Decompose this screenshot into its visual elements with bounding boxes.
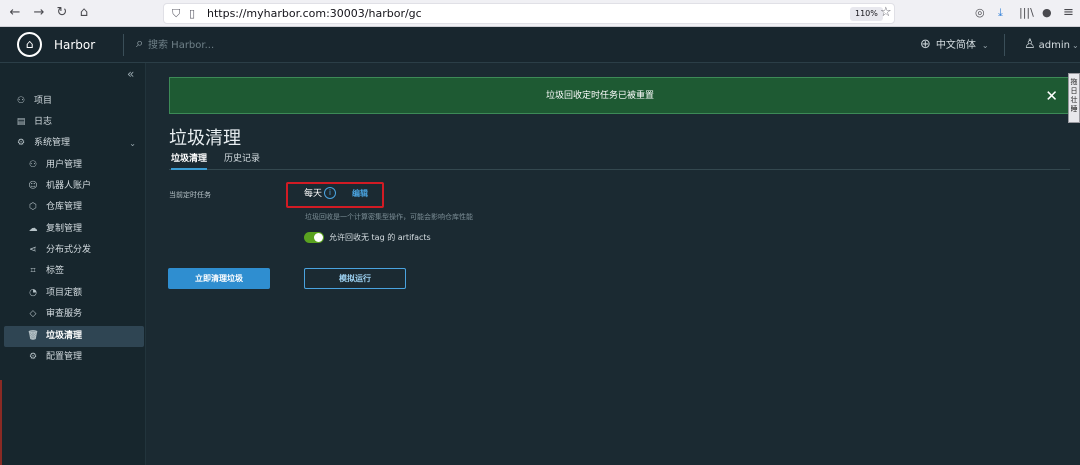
robot-icon: ☺ [28, 181, 38, 191]
sidebar-item-configuration[interactable]: ⚙ 配置管理 [4, 347, 144, 368]
gear-icon: ⚙ [28, 352, 38, 362]
schedule-hint: 垃圾回收是一个计算密集型操作，可能会影响仓库性能 [305, 213, 473, 221]
close-icon[interactable]: ✕ [1045, 87, 1058, 105]
app-header: ⌂ Harbor ⌕ ⊕中文简体⌄ ♙admin⌄ [0, 27, 1080, 63]
sidebar: « ⚇ 项目 ▤ 日志 ⚙ 系统管理 ⌄ ⚇ 用户管理 ☺ 机器人账户 ⬡ 仓库管理 ☁ 复制… [0, 63, 146, 465]
sidebar-item-label: 仓库管理 [46, 202, 83, 212]
shield-icon[interactable]: ⛉ [172, 6, 180, 22]
cloud-icon: ☁ [28, 224, 38, 234]
search-icon: ⌕ [136, 36, 144, 51]
sidebar-item-interrogation-services[interactable]: ◇ 审查服务 [4, 304, 144, 325]
sidebar-item-administration[interactable]: ⚙ 系统管理 ⌄ [4, 133, 144, 154]
dry-run-button[interactable]: 模拟运行 [304, 268, 406, 289]
share-icon: ⋖ [29, 245, 37, 255]
header-divider [123, 34, 124, 56]
untagged-artifacts-label: 允许回收无 tag 的 artifacts [329, 233, 431, 242]
sidebar-item-registries[interactable]: ⬡ 仓库管理 [4, 197, 144, 218]
sidebar-item-label: 配置管理 [46, 352, 83, 362]
user-icon: ♙ [1024, 37, 1036, 52]
registry-icon: ⬡ [29, 202, 37, 212]
toggle-knob [314, 233, 323, 242]
untagged-artifacts-toggle[interactable] [304, 232, 324, 243]
language-label: 中文简体 [935, 40, 976, 51]
home-icon[interactable]: ⌂ [75, 4, 93, 22]
sidebar-item-label: 用户管理 [46, 160, 83, 170]
quota-icon: ◔ [29, 288, 37, 298]
sidebar-item-quotas[interactable]: ◔ 项目定额 [4, 283, 144, 304]
sidebar-item-projects[interactable]: ⚇ 项目 [4, 91, 144, 112]
side-feedback-tab[interactable]: 拖 日 壮 睡 [1068, 73, 1080, 123]
sidebar-item-distributions[interactable]: ⋖ 分布式分发 [4, 240, 144, 261]
browser-toolbar: ← → ↻ ⌂ ⛉ ▯ https://myharbor.com:30003/h… [0, 0, 1080, 27]
sidebar-item-label: 垃圾清理 [46, 331, 83, 341]
collapse-sidebar-icon[interactable]: « [127, 67, 134, 81]
language-selector[interactable]: ⊕ 中文简体 ⌄ [920, 36, 989, 54]
header-divider [1004, 34, 1005, 56]
info-icon[interactable]: i [324, 187, 336, 199]
pocket-icon[interactable]: ◎ [975, 4, 985, 22]
url-text[interactable]: https://myharbor.com:30003/harbor/gc [207, 7, 422, 21]
schedule-value: 每天 [304, 189, 323, 199]
sidebar-item-label: 分布式分发 [46, 245, 92, 255]
window-edge-strip [0, 380, 2, 465]
success-alert: 垃圾回收定时任务已被重置 ✕ [169, 77, 1069, 114]
schedule-label: 当前定时任务 [169, 191, 211, 199]
sidebar-item-robot-accounts[interactable]: ☺ 机器人账户 [4, 176, 144, 197]
side-tab-text: 拖 日 壮 睡 [1070, 78, 1078, 113]
alert-message: 垃圾回收定时任务已被重置 [545, 91, 654, 101]
address-bar[interactable]: ⛉ ▯ https://myharbor.com:30003/harbor/gc… [163, 3, 895, 24]
page-info-icon[interactable]: ▯ [189, 6, 195, 22]
tag-icon: ⌗ [30, 266, 36, 276]
main-content: 垃圾回收定时任务已被重置 ✕ 垃圾清理 垃圾清理 历史记录 当前定时任务 每天 … [146, 63, 1080, 465]
sidebar-item-label: 机器人账户 [46, 181, 92, 191]
forward-arrow-icon[interactable]: → [30, 4, 48, 22]
zoom-level[interactable]: 110% [850, 7, 883, 21]
library-icon[interactable]: |||\ [1019, 4, 1034, 22]
page-title: 垃圾清理 [169, 128, 241, 149]
users-icon: ⚇ [28, 160, 38, 170]
tab-bar: 垃圾清理 历史记录 [169, 153, 1070, 170]
download-icon[interactable]: ⤓ [998, 4, 1003, 22]
tab-garbage-collection[interactable]: 垃圾清理 [171, 153, 208, 170]
sidebar-item-users[interactable]: ⚇ 用户管理 [4, 155, 144, 176]
chevron-down-icon: ⌄ [129, 139, 136, 148]
trash-icon: 🗑 [27, 331, 39, 341]
admin-icon: ⚙ [16, 138, 26, 148]
sidebar-item-label: 审查服务 [46, 309, 83, 319]
sidebar-item-label: 标签 [46, 266, 65, 276]
harbor-logo-icon[interactable]: ⌂ [17, 32, 42, 57]
bookmark-star-icon[interactable]: ☆ [880, 5, 892, 20]
edit-schedule-link[interactable]: 编辑 [352, 188, 368, 200]
brand-name[interactable]: Harbor [54, 37, 95, 53]
sidebar-item-label: 系统管理 [34, 138, 71, 148]
sidebar-item-label: 日志 [34, 117, 53, 127]
projects-icon: ⚇ [16, 96, 26, 106]
reload-icon[interactable]: ↻ [53, 4, 71, 22]
schedule-highlight-box: 每天 i 编辑 [286, 182, 384, 208]
sidebar-item-replications[interactable]: ☁ 复制管理 [4, 219, 144, 240]
back-arrow-icon[interactable]: ← [6, 4, 24, 22]
chevron-down-icon: ⌄ [981, 41, 989, 50]
sidebar-item-labels[interactable]: ⌗ 标签 [4, 261, 144, 282]
sidebar-item-label: 项目定额 [46, 288, 83, 298]
sidebar-item-label: 项目 [34, 96, 53, 106]
menu-icon[interactable]: ≡ [1063, 4, 1074, 22]
shield-icon: ◇ [29, 309, 37, 319]
sidebar-item-logs[interactable]: ▤ 日志 [4, 112, 144, 133]
globe-icon: ⊕ [920, 37, 931, 52]
chevron-down-icon: ⌄ [1072, 41, 1079, 50]
sidebar-item-garbage-collection[interactable]: 🗑 垃圾清理 [4, 326, 144, 347]
profile-icon[interactable]: ● [1042, 4, 1052, 22]
tab-history[interactable]: 历史记录 [224, 153, 260, 170]
sidebar-item-label: 复制管理 [46, 224, 83, 234]
run-gc-now-button[interactable]: 立即清理垃圾 [168, 268, 270, 289]
username-label: admin [1038, 40, 1070, 51]
logs-icon: ▤ [16, 117, 26, 127]
search-input[interactable] [148, 37, 368, 53]
user-menu[interactable]: ♙ admin ⌄ [1024, 36, 1079, 54]
